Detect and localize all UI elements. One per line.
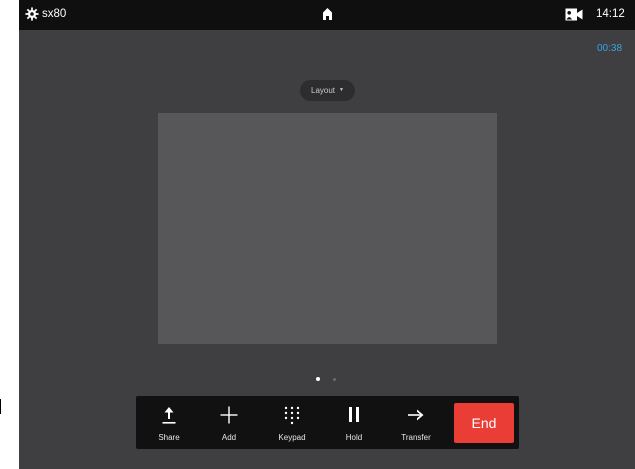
end-call-button[interactable]: End	[454, 403, 514, 443]
call-control-bar: Share Add Keypad Hold Transfer End	[136, 396, 519, 449]
home-icon[interactable]	[322, 7, 333, 21]
left-edge-marker	[0, 399, 1, 414]
call-duration: 00:38	[597, 43, 623, 54]
add-label: Add	[221, 433, 237, 442]
keypad-button[interactable]: Keypad	[267, 396, 317, 449]
page-indicator-inactive[interactable]	[333, 378, 336, 381]
share-icon	[162, 407, 176, 424]
arrow-right-icon	[408, 409, 424, 421]
add-button[interactable]: Add	[204, 396, 254, 449]
clock: 14:12	[596, 8, 625, 20]
page-indicator-active[interactable]	[316, 377, 320, 381]
keypad-icon	[284, 406, 300, 425]
share-label: Share	[158, 433, 180, 442]
keypad-label: Keypad	[278, 433, 306, 442]
transfer-button[interactable]: Transfer	[391, 396, 441, 449]
caret-down-icon: ▼	[339, 87, 344, 94]
status-bar: sx80 14:12	[19, 0, 635, 30]
hold-label: Hold	[345, 433, 363, 442]
layout-button-label: Layout	[311, 86, 336, 95]
hold-button[interactable]: Hold	[329, 396, 379, 449]
call-screen: sx80 14:12 00:38 Layout ▼ Share Add Keyp…	[19, 0, 635, 469]
plus-icon	[220, 406, 238, 424]
video-area	[158, 113, 497, 344]
self-view-camera-icon[interactable]	[565, 8, 583, 21]
pause-icon	[349, 407, 359, 422]
gear-icon[interactable]	[25, 7, 39, 21]
device-name: sx80	[42, 8, 67, 20]
share-button[interactable]: Share	[144, 396, 194, 449]
end-call-label: End	[471, 415, 497, 431]
transfer-label: Transfer	[401, 433, 431, 442]
layout-button[interactable]: Layout ▼	[300, 80, 355, 101]
